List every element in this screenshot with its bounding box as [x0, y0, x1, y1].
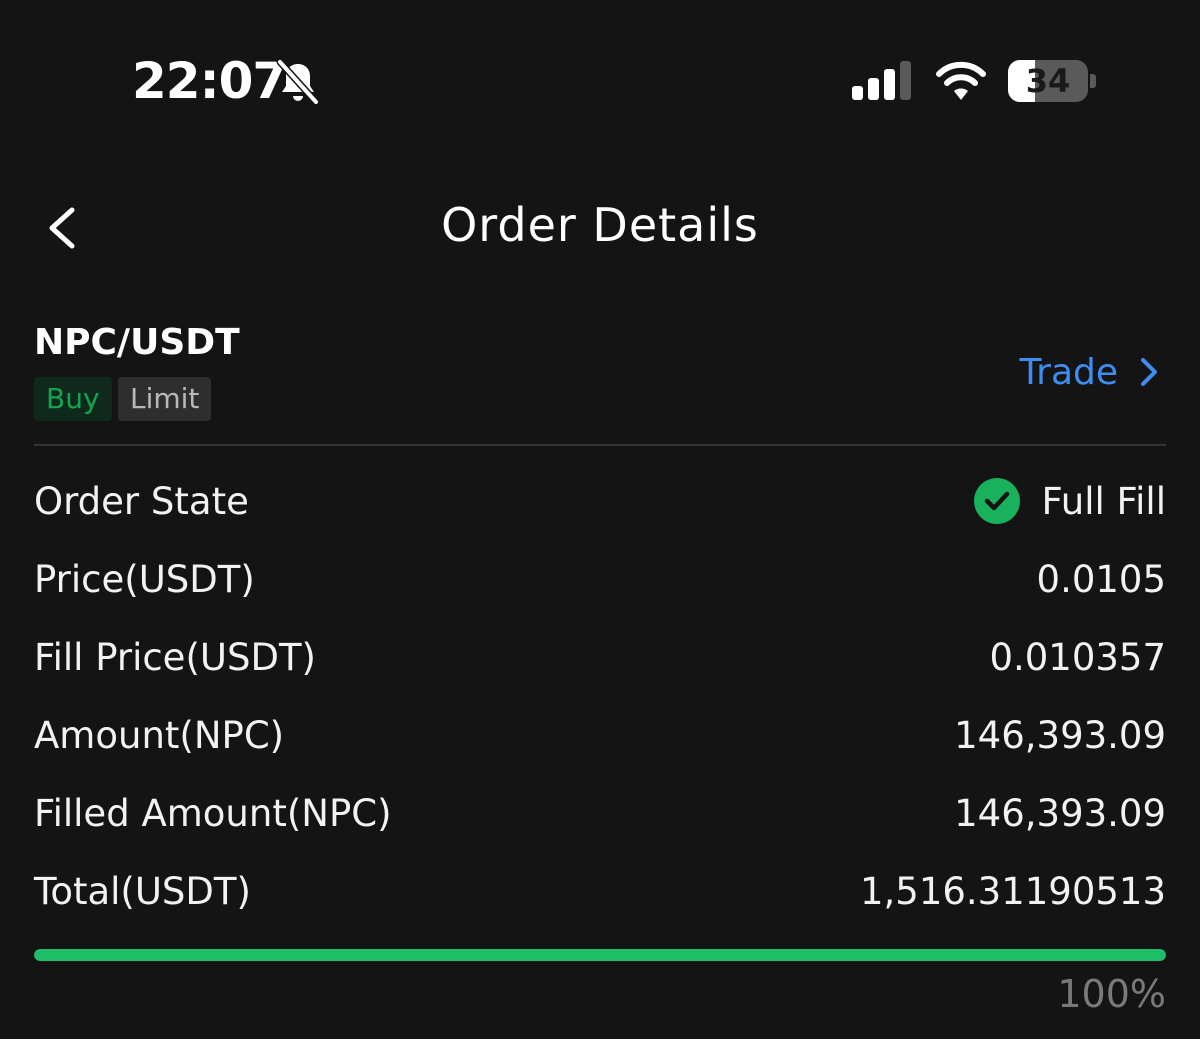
- total-value: 1,516.31190513: [859, 869, 1166, 913]
- chevron-right-icon: [1141, 358, 1157, 386]
- detail-row-order-state: Order State Full Fill: [34, 462, 1166, 540]
- amount-label: Amount(NPC): [34, 713, 285, 757]
- price-label: Price(USDT): [34, 557, 255, 601]
- amount-value: 146,393.09: [954, 713, 1166, 757]
- section-divider: [34, 444, 1166, 446]
- order-side-tag: Buy: [34, 377, 112, 421]
- bell-off-icon: [276, 58, 320, 106]
- fill-progress-fill: [34, 949, 1166, 961]
- status-bar: 22:07 34: [0, 0, 1200, 160]
- fill-price-label: Fill Price(USDT): [34, 635, 316, 679]
- wifi-icon: [936, 61, 986, 100]
- back-button[interactable]: [36, 196, 92, 260]
- detail-row-amount: Amount(NPC) 146,393.09: [34, 696, 1166, 774]
- filled-amount-value: 146,393.09: [954, 791, 1166, 835]
- trade-link-label: Trade: [1019, 351, 1118, 393]
- detail-row-total: Total(USDT) 1,516.31190513: [34, 852, 1166, 930]
- total-label: Total(USDT): [34, 869, 251, 913]
- status-time: 22:07: [132, 52, 287, 110]
- detail-row-fill-price: Fill Price(USDT) 0.010357: [34, 618, 1166, 696]
- page-title: Order Details: [441, 198, 759, 252]
- battery-tip: [1090, 74, 1096, 88]
- price-value: 0.0105: [1036, 557, 1166, 601]
- filled-amount-label: Filled Amount(NPC): [34, 791, 392, 835]
- order-details-list: Order State Full Fill Price(USDT) 0.0105…: [34, 462, 1166, 930]
- check-circle-icon: [973, 478, 1020, 524]
- fill-price-value: 0.010357: [989, 635, 1166, 679]
- cellular-signal-icon: [852, 61, 911, 100]
- order-state-value: Full Fill: [1041, 479, 1166, 523]
- battery-indicator: 34: [1008, 60, 1088, 102]
- detail-row-price: Price(USDT) 0.0105: [34, 540, 1166, 618]
- trade-link[interactable]: Trade: [1019, 348, 1160, 396]
- battery-level: 34: [1025, 62, 1071, 100]
- order-state-label: Order State: [34, 479, 249, 523]
- chevron-left-icon: [49, 207, 75, 249]
- order-type-tag: Limit: [118, 377, 212, 421]
- detail-row-filled-amount: Filled Amount(NPC) 146,393.09: [34, 774, 1166, 852]
- trading-pair: NPC/USDT: [34, 322, 240, 363]
- fill-progress-percent: 100%: [1057, 972, 1166, 1016]
- fill-progress-bar: [34, 949, 1166, 961]
- order-state-value-group: Full Fill: [973, 478, 1166, 524]
